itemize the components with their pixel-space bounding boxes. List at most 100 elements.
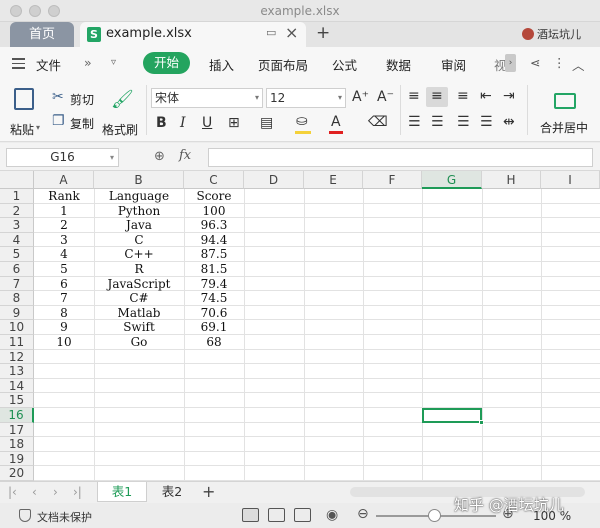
- cell-c1[interactable]: Score: [184, 189, 244, 203]
- column-header-e[interactable]: E: [304, 171, 363, 189]
- distribute-icon[interactable]: ⇹: [503, 114, 515, 130]
- cell-a9[interactable]: 8: [34, 306, 94, 320]
- cell-c2[interactable]: 100: [184, 204, 244, 218]
- align-left-icon[interactable]: ☰: [408, 114, 421, 130]
- cell-style-icon[interactable]: ▤: [260, 115, 273, 131]
- spreadsheet-grid[interactable]: A B C D E F G H I 1 2 3 4 5 6 7 8 9 10 11 12 13 14 15 16 17 18 19 20…: [0, 171, 600, 481]
- more-options-icon[interactable]: ⋮: [553, 55, 566, 70]
- row-header-16[interactable]: 16: [0, 408, 34, 423]
- sheet-tab-1[interactable]: 表1: [97, 482, 147, 502]
- row-header-5[interactable]: 5: [0, 247, 34, 262]
- cell-a10[interactable]: 9: [34, 320, 94, 334]
- row-header-17[interactable]: 17: [0, 422, 34, 438]
- cell-c9[interactable]: 70.6: [184, 306, 244, 320]
- row-header-10[interactable]: 10: [0, 320, 34, 335]
- row-header-1[interactable]: 1: [0, 189, 34, 204]
- cell-b10[interactable]: Swift: [94, 320, 184, 334]
- row-header-11[interactable]: 11: [0, 335, 34, 350]
- cell-b1[interactable]: Language: [94, 189, 184, 203]
- row-header-18[interactable]: 18: [0, 437, 34, 452]
- align-center-icon[interactable]: ☰: [431, 114, 444, 130]
- row-header-13[interactable]: 13: [0, 364, 34, 379]
- menu-review[interactable]: 审阅: [441, 55, 466, 74]
- cell-c5[interactable]: 87.5: [184, 247, 244, 261]
- normal-view-icon[interactable]: [242, 508, 259, 522]
- cell-a3[interactable]: 2: [34, 218, 94, 232]
- cell-c4[interactable]: 94.4: [184, 233, 244, 247]
- cell-c7[interactable]: 79.4: [184, 277, 244, 291]
- share-icon[interactable]: ⋖: [530, 55, 540, 70]
- more-icon[interactable]: »: [84, 55, 92, 70]
- dropdown-icon[interactable]: ▿: [111, 57, 116, 68]
- italic-icon[interactable]: I: [180, 115, 186, 131]
- column-header-g[interactable]: G: [422, 171, 482, 189]
- cell-b3[interactable]: Java: [94, 218, 184, 232]
- align-middle-icon[interactable]: ≡: [431, 88, 443, 104]
- row-header-8[interactable]: 8: [0, 291, 34, 306]
- hamburger-icon[interactable]: [12, 58, 25, 72]
- menu-insert[interactable]: 插入: [209, 55, 234, 74]
- home-tab[interactable]: 首页: [10, 22, 74, 47]
- font-size-select[interactable]: 12 ▾: [266, 88, 346, 108]
- row-header-7[interactable]: 7: [0, 276, 34, 292]
- eraser-icon[interactable]: ⌫: [368, 114, 388, 130]
- cell-a1[interactable]: Rank: [34, 189, 94, 203]
- column-header-f[interactable]: F: [363, 171, 422, 189]
- underline-icon[interactable]: U: [202, 115, 212, 131]
- cell-b5[interactable]: C++: [94, 247, 184, 261]
- zoom-slider-knob[interactable]: [428, 509, 441, 522]
- row-header-2[interactable]: 2: [0, 203, 34, 219]
- collapse-ribbon-icon[interactable]: ︿: [572, 55, 585, 74]
- active-cell-g16[interactable]: [422, 408, 484, 425]
- eye-protection-icon[interactable]: ◉: [326, 507, 338, 523]
- align-right-icon[interactable]: ☰: [457, 114, 470, 130]
- add-sheet-button[interactable]: +: [202, 482, 215, 501]
- align-top-icon[interactable]: ≡: [408, 88, 420, 104]
- cell-b7[interactable]: JavaScript: [94, 277, 184, 291]
- new-tab-button[interactable]: +: [316, 23, 330, 43]
- cell-c10[interactable]: 69.1: [184, 320, 244, 334]
- borders-icon[interactable]: ⊞: [228, 115, 240, 131]
- zoom-out-icon[interactable]: ⊖: [357, 506, 369, 522]
- row-header-20[interactable]: 20: [0, 466, 34, 481]
- column-header-b[interactable]: B: [94, 171, 184, 189]
- menu-data[interactable]: 数据: [386, 55, 411, 74]
- close-tab-icon[interactable]: ×: [285, 23, 298, 42]
- menu-start[interactable]: 开始: [143, 52, 190, 74]
- cell-b9[interactable]: Matlab: [94, 306, 184, 320]
- justify-icon[interactable]: ☰: [480, 114, 493, 130]
- sheet-tab-2[interactable]: 表2: [150, 482, 194, 502]
- cell-c6[interactable]: 81.5: [184, 262, 244, 276]
- cell-a11[interactable]: 10: [34, 335, 94, 349]
- decrease-indent-icon[interactable]: ⇤: [480, 88, 492, 104]
- row-header-19[interactable]: 19: [0, 451, 34, 467]
- cell-b8[interactable]: C#: [94, 291, 184, 305]
- row-header-3[interactable]: 3: [0, 218, 34, 233]
- prev-sheet-icon[interactable]: ‹: [32, 485, 37, 499]
- row-header-14[interactable]: 14: [0, 378, 34, 394]
- last-sheet-icon[interactable]: ›|: [73, 485, 82, 499]
- monitor-icon[interactable]: ▭: [266, 26, 276, 39]
- file-tab[interactable]: S example.xlsx ▭ ×: [80, 22, 306, 47]
- fx-icon[interactable]: fx: [179, 148, 191, 163]
- fill-color-icon[interactable]: ⛀: [296, 113, 308, 129]
- menu-scroll-right-icon[interactable]: ›: [505, 54, 516, 72]
- increase-font-icon[interactable]: A⁺: [352, 89, 369, 105]
- column-header-h[interactable]: H: [482, 171, 541, 189]
- name-box[interactable]: G16 ▾: [6, 148, 119, 167]
- protection-status[interactable]: 文档未保护: [37, 509, 92, 525]
- increase-indent-icon[interactable]: ⇥: [503, 88, 515, 104]
- menu-file[interactable]: 文件: [36, 55, 61, 74]
- format-painter-button[interactable]: 🖌 格式刷: [102, 85, 140, 139]
- menu-formula[interactable]: 公式: [332, 55, 357, 74]
- cell-a8[interactable]: 7: [34, 291, 94, 305]
- row-header-9[interactable]: 9: [0, 305, 34, 321]
- bold-icon[interactable]: B: [156, 115, 167, 131]
- column-header-a[interactable]: A: [34, 171, 94, 189]
- cell-a7[interactable]: 6: [34, 277, 94, 291]
- formula-input[interactable]: [208, 148, 593, 167]
- first-sheet-icon[interactable]: |‹: [8, 485, 17, 499]
- paste-button[interactable]: 粘贴 ▾: [8, 85, 46, 139]
- cut-button[interactable]: ✂ 剪切: [52, 89, 96, 107]
- column-header-i[interactable]: I: [541, 171, 600, 189]
